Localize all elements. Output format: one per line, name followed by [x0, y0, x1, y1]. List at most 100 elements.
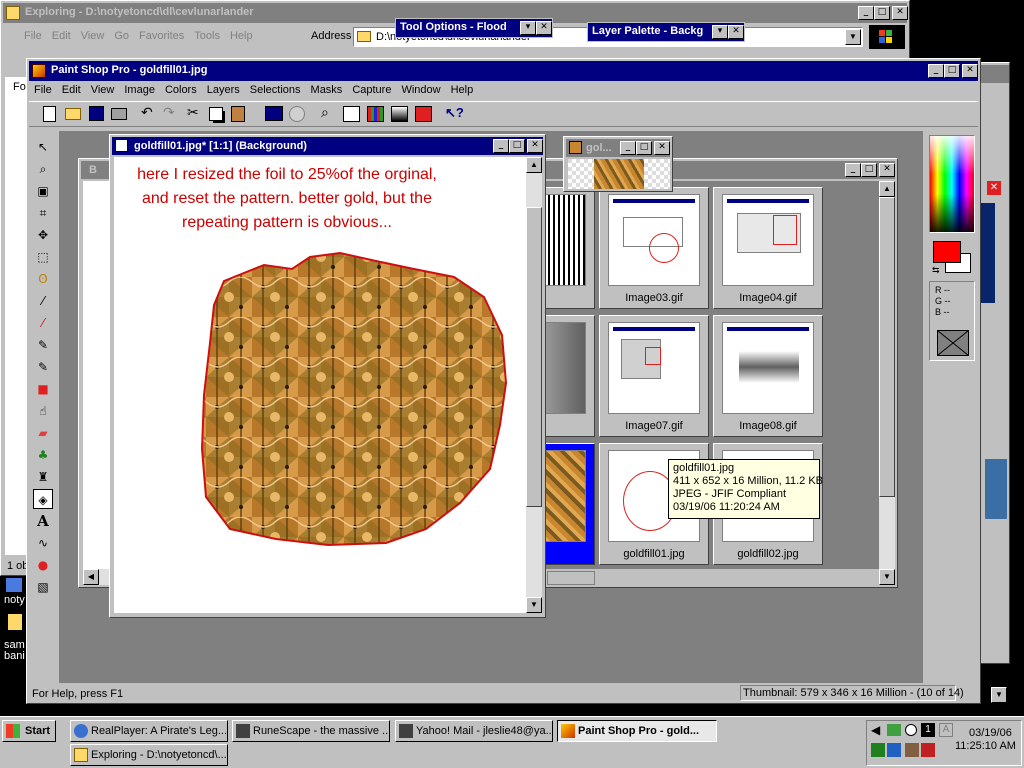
print-icon[interactable] [111, 108, 127, 120]
image-scroll-down[interactable]: ▼ [526, 597, 542, 613]
image-scroll-up[interactable]: ▲ [526, 157, 542, 173]
tray-icon-5[interactable] [921, 743, 935, 757]
task-runescape[interactable]: RuneScape - the massive ... [232, 720, 390, 742]
explorer-menu-go[interactable]: Go [109, 27, 134, 45]
text-tool-icon[interactable]: A [33, 511, 53, 531]
draw-tool-icon[interactable]: ∿ [33, 533, 53, 553]
task-yahoo-mail[interactable]: Yahoo! Mail - jleslie48@ya... [395, 720, 553, 742]
image-minimize-button[interactable]: _ [493, 139, 509, 153]
explorer-menu-view[interactable]: View [76, 27, 110, 45]
network-icon[interactable] [887, 724, 901, 736]
address-dropdown-button[interactable]: ▼ [845, 29, 861, 45]
task-realplayer[interactable]: RealPlayer: A Pirate's Leg... [70, 720, 228, 742]
psp-menu-help[interactable]: Help [446, 81, 479, 99]
psp-menu-edit[interactable]: Edit [57, 81, 86, 99]
explorer-menu-tools[interactable]: Tools [189, 27, 225, 45]
freehand-tool-icon[interactable]: ʘ [33, 269, 53, 289]
thumbnail-item[interactable]: Image07.gif [599, 315, 709, 437]
image-close-button[interactable]: ✕ [527, 139, 543, 153]
retouch-tool-icon[interactable]: ☝ [33, 401, 53, 421]
color-spectrum[interactable] [929, 135, 975, 233]
psp-menu-view[interactable]: View [86, 81, 120, 99]
browse-hscrollbar-right[interactable] [547, 571, 595, 585]
browse-close-button[interactable]: ✕ [879, 163, 895, 177]
tray-icon-4[interactable] [905, 743, 919, 757]
magic-wand-tool-icon[interactable]: ⁄ [33, 291, 53, 311]
psp-maximize-button[interactable]: □ [944, 64, 960, 78]
normal-viewing-icon[interactable] [289, 106, 305, 122]
tool-options-toggle-icon[interactable] [367, 106, 384, 122]
thumbnail-item[interactable]: Image04.gif [713, 187, 823, 309]
airbrush-tool-icon[interactable]: ♜ [33, 467, 53, 487]
browse-maximize-button[interactable]: □ [861, 163, 877, 177]
active-style-icon[interactable] [937, 330, 969, 356]
open-icon[interactable] [65, 108, 81, 120]
thumbnail-item[interactable]: Image08.gif [713, 315, 823, 437]
explorer-menu-help[interactable]: Help [225, 27, 258, 45]
browse-scroll-down[interactable]: ▼ [879, 569, 895, 585]
foreground-color-swatch[interactable] [933, 241, 961, 263]
color-palette-toggle-icon[interactable] [391, 106, 408, 122]
browse-vscrollbar[interactable]: ▲ ▼ [879, 181, 895, 585]
explorer-menu-file[interactable]: File [19, 27, 47, 45]
desktop-icon-sam[interactable] [8, 614, 22, 630]
deformation-tool-icon[interactable]: ▣ [33, 181, 53, 201]
explorer-maximize-button[interactable]: □ [874, 6, 890, 20]
psp-menu-colors[interactable]: Colors [160, 81, 202, 99]
volume-icon[interactable]: ◀ [871, 723, 880, 737]
layer-palette-rollup-button[interactable]: ▾ [712, 25, 728, 39]
redo-icon[interactable]: ↷ [163, 105, 175, 121]
close-icon[interactable]: ✕ [987, 181, 1001, 195]
paintbrush-tool-icon[interactable]: ✎ [33, 335, 53, 355]
preview-minimize-button[interactable]: _ [620, 141, 636, 155]
tray-icon-3[interactable] [887, 743, 901, 757]
dropper-tool-icon[interactable]: ⁄ [33, 313, 53, 333]
psp-titlebar[interactable]: Paint Shop Pro - goldfill01.jpg [29, 61, 978, 81]
zoom-icon[interactable]: ⌕ [321, 105, 329, 121]
task-paint-shop-pro[interactable]: Paint Shop Pro - gold... [557, 720, 717, 742]
vector-object-tool-icon[interactable]: ▧ [33, 577, 53, 597]
tool-palette-toggle-icon[interactable] [343, 106, 360, 122]
preview-close-button[interactable]: ✕ [654, 141, 670, 155]
preset-shapes-tool-icon[interactable]: ● [33, 555, 53, 575]
psp-menu-image[interactable]: Image [119, 81, 160, 99]
psp-close-button[interactable]: ✕ [962, 64, 978, 78]
new-icon[interactable] [43, 106, 56, 122]
mover-tool-icon[interactable]: ✥ [33, 225, 53, 245]
flood-fill-tool-icon[interactable]: ◈ [33, 489, 53, 509]
browse-scroll-thumb[interactable] [879, 197, 895, 497]
swap-colors-icon[interactable]: ⇆ [932, 265, 940, 276]
tray-number-icon[interactable]: 1 [921, 723, 935, 737]
arrow-tool-icon[interactable]: ↖ [33, 137, 53, 157]
task-explorer[interactable]: Exploring - D:\notyetoncd\... [70, 744, 228, 766]
help-pointer-icon[interactable]: ↖? [445, 105, 464, 121]
copy-icon[interactable] [209, 107, 223, 121]
tray-app-icon[interactable] [905, 724, 917, 736]
full-screen-icon[interactable] [265, 106, 283, 121]
browse-scroll-left[interactable]: ◀ [83, 569, 99, 585]
cut-icon[interactable]: ✂ [187, 105, 199, 121]
zoom-tool-icon[interactable]: ⌕ [33, 159, 53, 179]
tray-font-icon[interactable]: A [939, 723, 953, 737]
browse-scroll-up[interactable]: ▲ [879, 181, 895, 197]
image-scroll-thumb[interactable] [526, 207, 542, 507]
psp-menu-selections[interactable]: Selections [245, 81, 306, 99]
psp-menu-masks[interactable]: Masks [306, 81, 348, 99]
tool-options-rollup-button[interactable]: ▾ [520, 21, 536, 35]
tray-icon-2[interactable] [871, 743, 885, 757]
tool-options-close-button[interactable]: ✕ [536, 21, 552, 35]
image-canvas[interactable]: here I resized the foil to 25%of the org… [114, 157, 526, 613]
preview-maximize-button[interactable]: □ [636, 141, 652, 155]
undo-icon[interactable]: ↶ [141, 105, 153, 121]
picture-tube-tool-icon[interactable]: ♣ [33, 445, 53, 465]
psp-minimize-button[interactable]: _ [928, 64, 944, 78]
image-vscrollbar[interactable]: ▲ ▼ [526, 157, 542, 613]
desktop-icon-noty[interactable] [6, 578, 22, 592]
clone-brush-tool-icon[interactable]: ✎ [33, 357, 53, 377]
eraser-tool-icon[interactable]: ▰ [33, 423, 53, 443]
histogram-icon[interactable] [415, 106, 432, 122]
image-titlebar[interactable]: goldfill01.jpg* [1:1] (Background) [112, 137, 543, 155]
explorer-minimize-button[interactable]: _ [858, 6, 874, 20]
explorer-close-button[interactable]: ✕ [892, 6, 908, 20]
save-icon[interactable] [89, 106, 104, 121]
